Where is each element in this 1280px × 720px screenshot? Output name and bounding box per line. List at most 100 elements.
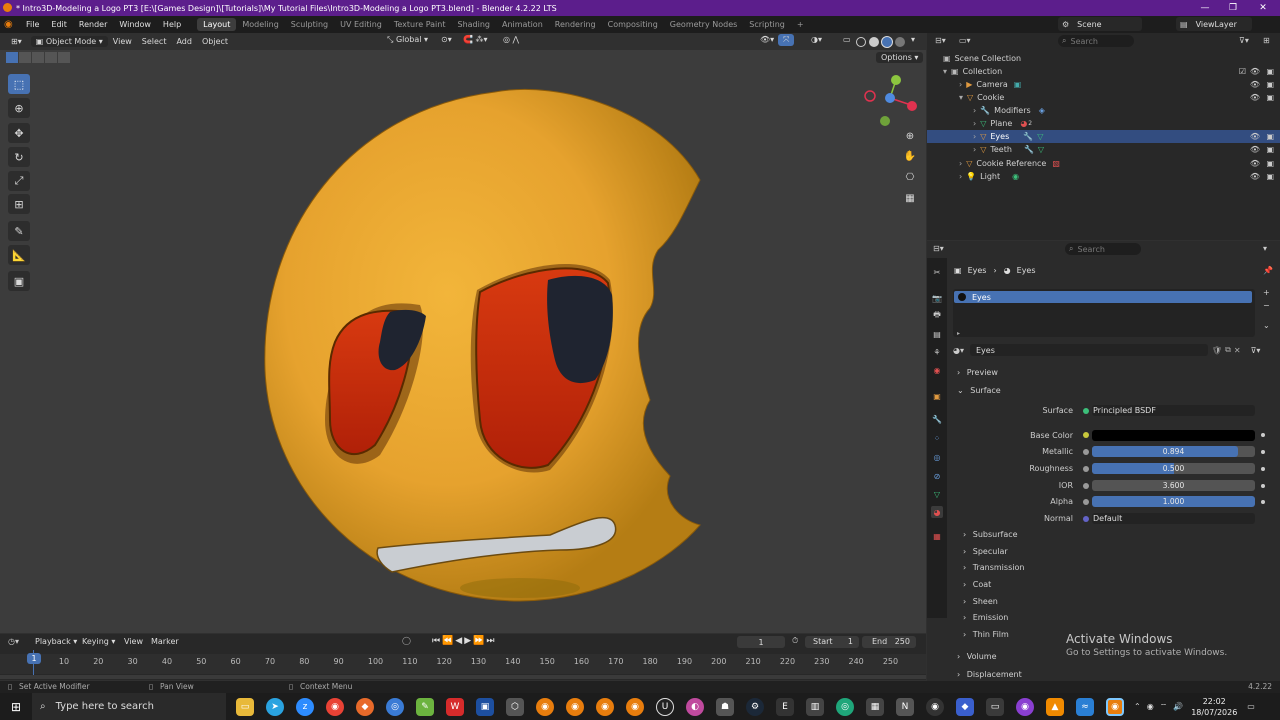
- constraints-tab-icon[interactable]: ⊘: [931, 470, 943, 482]
- subsection-coat[interactable]: › Coat: [963, 580, 991, 589]
- add-cube-tool-icon[interactable]: ▣: [8, 271, 30, 291]
- start-frame-field[interactable]: Start 1: [805, 636, 859, 648]
- timeline-menu-keying[interactable]: Keying ▾: [82, 637, 115, 646]
- blender-active-icon[interactable]: ◉: [1106, 697, 1124, 716]
- material-name-field[interactable]: Eyes: [970, 344, 1208, 356]
- select-intersect-icon[interactable]: [58, 52, 70, 63]
- solid-shading-icon[interactable]: [869, 37, 879, 47]
- tab-geometry-nodes[interactable]: Geometry Nodes: [664, 18, 743, 31]
- select-invert-icon[interactable]: [45, 52, 57, 63]
- expand-arrow-icon[interactable]: ›: [959, 172, 962, 181]
- edge-tray-icon[interactable]: ◉: [1147, 702, 1154, 711]
- keyframe-dot-icon[interactable]: [1261, 484, 1265, 488]
- options-dropdown[interactable]: Options ▾: [876, 52, 924, 63]
- file-explorer-icon[interactable]: ▭: [236, 697, 254, 716]
- expand-arrow-icon[interactable]: ›: [973, 106, 976, 115]
- camera-render-icon[interactable]: ▣: [1266, 80, 1274, 89]
- unity-hub-icon[interactable]: ⬡: [506, 697, 524, 716]
- select-subtract-icon[interactable]: [32, 52, 44, 63]
- material-tab-icon[interactable]: ◕: [931, 506, 943, 518]
- gizmo-y-axis[interactable]: [891, 75, 901, 85]
- fake-user-icon[interactable]: 🛡: [1212, 346, 1222, 355]
- menu-view[interactable]: View: [108, 36, 137, 47]
- tab-uv-editing[interactable]: UV Editing: [334, 18, 388, 31]
- surface-shader-dropdown[interactable]: Principled BSDF: [1092, 405, 1255, 416]
- zoom-app-icon[interactable]: z: [296, 697, 314, 716]
- inkscape-icon[interactable]: ✎: [416, 697, 434, 716]
- subsection-thin-film[interactable]: › Thin Film: [963, 630, 1009, 639]
- tab-sculpting[interactable]: Sculpting: [285, 18, 334, 31]
- xray-icon[interactable]: ▭: [838, 34, 856, 45]
- eye-icon[interactable]: 👁: [1250, 80, 1260, 89]
- checkbox-icon[interactable]: ☑: [1239, 67, 1246, 76]
- move-tool-icon[interactable]: ✥: [8, 123, 30, 143]
- filter-icon[interactable]: ⊽▾: [1239, 36, 1249, 45]
- outliner-row-teeth[interactable]: › ▽ Teeth 🔧 ▽ 👁 ▣: [927, 143, 1280, 156]
- camera-render-icon[interactable]: ▣: [1266, 172, 1274, 181]
- cursor-tool-icon[interactable]: ⊕: [8, 98, 30, 118]
- image-data-icon[interactable]: ▧: [1052, 159, 1060, 168]
- restore-button[interactable]: ❐: [1220, 0, 1246, 16]
- pin-icon[interactable]: 📌: [1263, 266, 1273, 275]
- expand-list-icon[interactable]: ▸: [957, 330, 960, 337]
- brave-icon[interactable]: ◆: [356, 697, 374, 716]
- section-displacement[interactable]: › Displacement: [957, 670, 1022, 679]
- windows-start-icon[interactable]: ⊞: [0, 700, 32, 714]
- outliner-row-collection[interactable]: ▾ ▣ Collection ☑ 👁 ▣: [927, 65, 1280, 78]
- pivot-icon[interactable]: ⊙▾: [436, 34, 457, 45]
- gizmo-x-axis[interactable]: [907, 101, 917, 111]
- book-app-icon[interactable]: ▥: [806, 697, 824, 716]
- menu-add[interactable]: Add: [171, 36, 197, 47]
- app-grid-icon[interactable]: ▦: [866, 697, 884, 716]
- camera-render-icon[interactable]: ▣: [1266, 67, 1274, 76]
- tab-texture-paint[interactable]: Texture Paint: [388, 18, 452, 31]
- end-frame-field[interactable]: End 250: [862, 636, 916, 648]
- wps-icon[interactable]: W: [446, 697, 464, 716]
- wifi-icon[interactable]: ⌔: [1160, 702, 1168, 712]
- menu-render[interactable]: Render: [73, 20, 113, 29]
- mesh-data-icon[interactable]: ▽: [1037, 132, 1043, 141]
- tab-compositing[interactable]: Compositing: [602, 18, 664, 31]
- unreal-icon[interactable]: U: [656, 697, 674, 716]
- menu-select[interactable]: Select: [137, 36, 172, 47]
- add-workspace-button[interactable]: +: [791, 18, 810, 31]
- minimize-button[interactable]: —: [1192, 0, 1218, 16]
- gizmo-z-axis[interactable]: [885, 93, 895, 103]
- timeline-menu-view[interactable]: View: [124, 637, 143, 646]
- photo-app-icon[interactable]: ◐: [686, 697, 704, 716]
- tab-layout[interactable]: Layout: [197, 18, 237, 31]
- metallic-slider[interactable]: 0.894: [1092, 446, 1255, 457]
- eye-icon[interactable]: 👁: [1250, 67, 1260, 76]
- blender-icon-1[interactable]: ◉: [536, 697, 554, 716]
- expand-arrow-icon[interactable]: ▾: [943, 67, 947, 76]
- app-n-icon[interactable]: N: [896, 697, 914, 716]
- blender-icon-3[interactable]: ◉: [596, 697, 614, 716]
- snap-icon[interactable]: 🧲 ⁂▾: [458, 34, 493, 45]
- transform-tool-icon[interactable]: ⊞: [8, 194, 30, 214]
- menu-window[interactable]: Window: [113, 20, 157, 29]
- gizmo-neg-x[interactable]: [864, 90, 876, 102]
- obs-icon[interactable]: ◉: [926, 697, 944, 716]
- world-tab-icon[interactable]: ◉: [931, 364, 943, 376]
- tab-modeling[interactable]: Modeling: [236, 18, 284, 31]
- dolphin-icon[interactable]: ≈: [1076, 697, 1094, 716]
- shading-options-icon[interactable]: ▾: [906, 34, 920, 45]
- timeline-menu-playback[interactable]: Playback ▾: [35, 637, 77, 646]
- blender-icon-2[interactable]: ◉: [566, 697, 584, 716]
- selection-mode-buttons[interactable]: [6, 52, 70, 63]
- visibility-icon[interactable]: 👁▾: [755, 34, 779, 45]
- object-tab-icon[interactable]: ▣: [931, 390, 943, 402]
- tab-rendering[interactable]: Rendering: [549, 18, 602, 31]
- tab-animation[interactable]: Animation: [496, 18, 549, 31]
- subsection-specular[interactable]: › Specular: [963, 547, 1008, 556]
- select-box-tool-icon[interactable]: ⬚: [8, 74, 30, 94]
- stopwatch-icon[interactable]: ⏱: [792, 636, 798, 646]
- material-slot-selected[interactable]: Eyes: [954, 291, 1252, 303]
- section-preview[interactable]: › Preview: [957, 368, 998, 377]
- scale-tool-icon[interactable]: ⤢: [8, 171, 30, 191]
- tab-shading[interactable]: Shading: [451, 18, 496, 31]
- eye-icon[interactable]: 👁: [1250, 145, 1260, 154]
- camera-view-icon[interactable]: ⎔: [902, 169, 918, 185]
- subsection-sheen[interactable]: › Sheen: [963, 597, 998, 606]
- timeline-scrollbar[interactable]: [0, 675, 926, 679]
